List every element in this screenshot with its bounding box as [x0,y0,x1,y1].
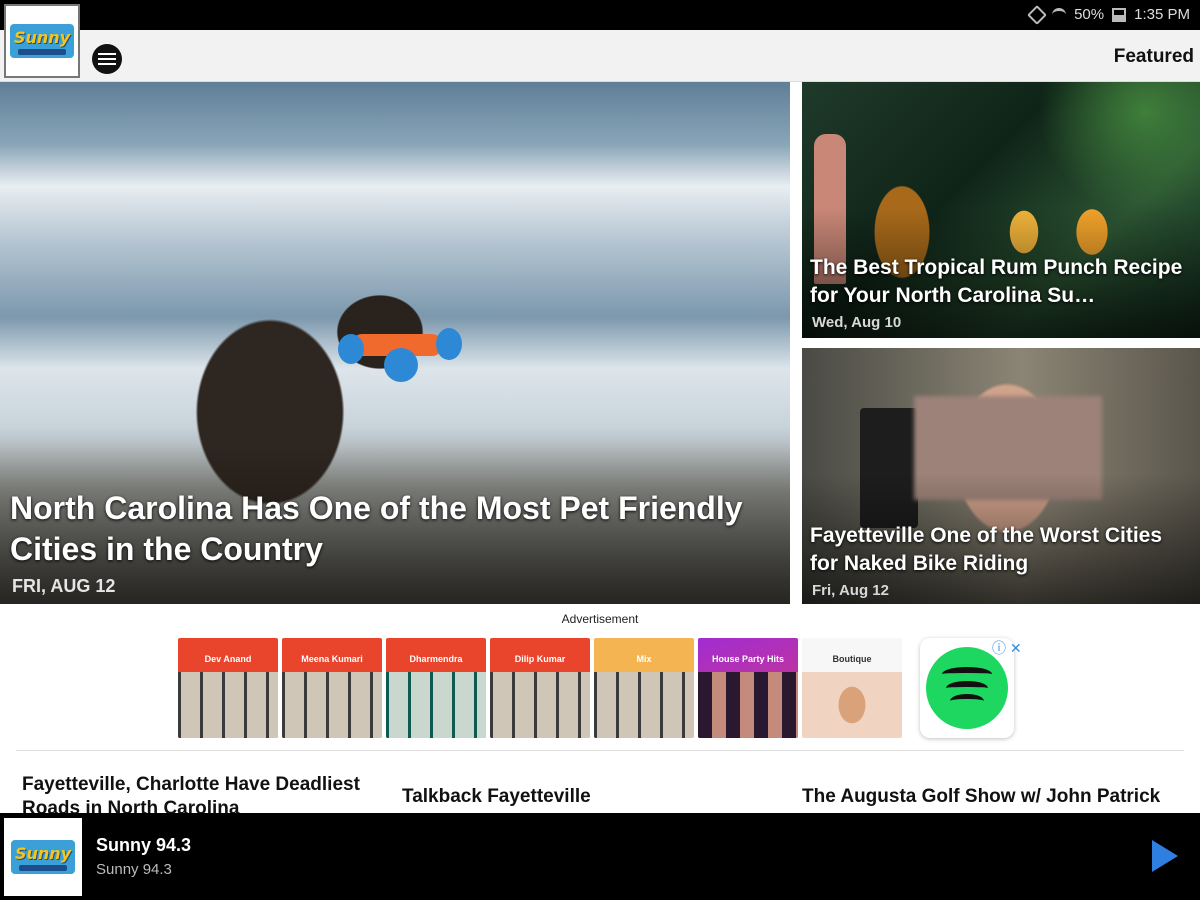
list-item[interactable]: Talkback Fayetteville [402,785,591,809]
hero-image-toy [436,328,462,360]
ad-tile-label: Dharmendra [409,654,463,664]
station-name: Sunny 94.3 [96,835,192,855]
hero-image-toy [338,334,364,364]
player-logo: Sunny [4,818,82,896]
menu-icon-line [98,58,116,60]
ad-tile-image [698,672,798,738]
ad-tile-label: Dilip Kumar [514,654,566,664]
ad-tile[interactable]: Boutique [802,638,902,738]
spotify-icon [926,647,1008,729]
card-title: Fayetteville One of the Worst Cities for… [810,524,1163,575]
ad-choices-icon[interactable]: ⓘ ✕ [992,638,1022,658]
card-date: Fri, Aug 12 [812,582,889,599]
logo-text: Sunny [14,28,71,47]
advertisement-label: Advertisement [561,612,639,626]
ad-tile[interactable]: House Party Hits [698,638,798,738]
article-card-bike-riding[interactable]: Fayetteville One of the Worst Cities for… [802,348,1200,604]
divider [16,750,1184,751]
app-bar: Featured [0,30,1200,82]
card-date: Wed, Aug 10 [812,314,902,331]
ad-tile[interactable]: Mix [594,638,694,738]
ad-tile-image [282,672,382,738]
ad-tile[interactable]: Dilip Kumar [490,638,590,738]
menu-icon-line [98,63,116,65]
featured-title: Featured [1113,46,1194,67]
sunny-logo-icon: Sunny [11,840,75,874]
station-logo[interactable]: Sunny [4,4,80,78]
status-bar: 50% 1:35 PM [0,0,1200,30]
ad-tile-label: Dev Anand [204,654,252,664]
clock: 1:35 PM [1134,6,1190,23]
ad-tile-image [490,672,590,738]
ad-tile-label: Meena Kumari [301,654,363,664]
ad-tile[interactable]: Dharmendra [386,638,486,738]
ad-tile-label: House Party Hits [711,654,785,664]
status-icons: 50% 1:35 PM [1027,4,1190,25]
article-list: Fayetteville, Charlotte Have Deadliest R… [0,770,1200,814]
list-item[interactable]: The Augusta Golf Show w/ John Patrick [802,785,1160,809]
now-playing-bar[interactable]: Sunny Sunny 94.3 Sunny 94.3 [0,813,1200,900]
ad-tile-label: Mix [636,654,652,664]
ad-tile-image [802,672,902,738]
sunny-logo-icon: Sunny [10,24,74,58]
article-card-rum-punch[interactable]: The Best Tropical Rum Punch Recipe for Y… [802,82,1200,338]
ad-tile[interactable]: Dev Anand [178,638,278,738]
hero-image-toy [384,348,418,382]
ad-tile-image [386,672,486,738]
wifi-icon [1052,7,1067,22]
ad-banner[interactable]: Dev Anand Meena Kumari Dharmendra Dilip … [178,638,1014,738]
logo-text: Sunny [15,844,72,863]
station-subtitle: Sunny 94.3 [96,861,172,878]
battery-percent: 50% [1074,6,1105,23]
battery-icon [1112,7,1127,22]
logo-band [19,865,67,871]
ad-tile-image [178,672,278,738]
hero-date: FRI, AUG 12 [12,576,116,596]
logo-band [18,49,66,55]
mute-icon [1027,4,1047,25]
hero-title: North Carolina Has One of the Most Pet F… [10,490,743,567]
menu-icon-line [98,53,116,55]
menu-button[interactable] [92,44,122,74]
ad-tile[interactable]: Meena Kumari [282,638,382,738]
ad-tile-image [594,672,694,738]
list-item[interactable]: Fayetteville, Charlotte Have Deadliest R… [22,773,392,814]
card-title: The Best Tropical Rum Punch Recipe for Y… [810,256,1183,307]
hero-article[interactable]: North Carolina Has One of the Most Pet F… [0,82,790,604]
ad-tile-label: Boutique [832,654,872,664]
play-icon[interactable] [1152,840,1178,872]
